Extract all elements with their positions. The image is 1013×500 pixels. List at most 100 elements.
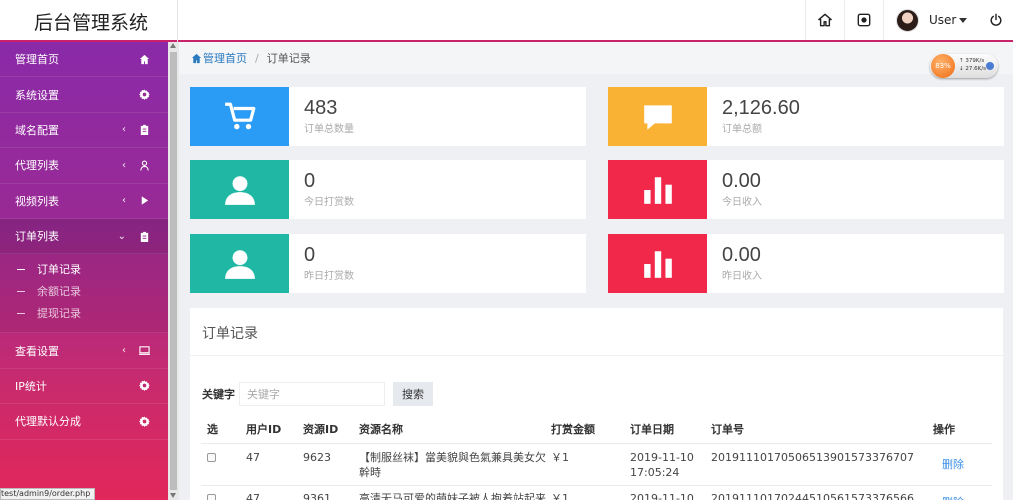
scroll-up-icon[interactable] [170, 43, 176, 48]
cell-amount: ￥1 [551, 492, 569, 500]
settings-icon[interactable] [844, 0, 882, 40]
breadcrumb-home-label: 管理首页 [203, 52, 247, 65]
stat-value: 2,126.60 [722, 97, 800, 119]
delete-link[interactable]: 删除 [942, 494, 964, 500]
panel-title: 订单记录 [202, 326, 258, 342]
stat-label: 昨日打赏数 [304, 271, 354, 282]
power-icon[interactable] [977, 0, 1013, 40]
speed-up-row: ↑ 379K/s [959, 58, 985, 64]
stat-label: 今日收入 [722, 197, 762, 208]
speed-down: 27.6K/s [965, 66, 986, 72]
sidebar-item-label: 管理首页 [15, 53, 59, 67]
scrollbar-thumb[interactable] [170, 52, 177, 490]
sidebar-item-video-list[interactable]: 视频列表 ‹ [0, 184, 168, 219]
home-icon [138, 53, 150, 65]
sidebar-subitem-withdraw-records[interactable]: 提现记录 [0, 302, 168, 324]
sidebar-item-agent-list[interactable]: 代理列表 ‹ [0, 148, 168, 184]
gear-icon [138, 380, 150, 392]
stat-card-yesterday-tips: 0 昨日打赏数 [190, 234, 586, 293]
user-icon [190, 160, 289, 219]
row-checkbox[interactable] [207, 494, 216, 500]
delete-link[interactable]: 删除 [942, 456, 964, 472]
sidebar-item-ip-stats[interactable]: IP统计 [0, 369, 168, 405]
column-header-resource-id: 资源ID [303, 423, 339, 436]
orders-panel: 订单记录 关键字 搜索 选 用户ID 资源ID 资源名称 打赏金额 订单日期 订… [190, 308, 1003, 500]
sidebar-subitem-balance-records[interactable]: 余额记录 [0, 280, 168, 302]
cell-date: 2019-11-10 [630, 451, 694, 464]
speed-up: 379K/s [965, 58, 985, 64]
scroll-down-icon[interactable] [170, 493, 176, 498]
dash-icon [17, 290, 25, 292]
stat-label: 订单总额 [722, 124, 762, 135]
cell-resource-name-line1: 高清无马可爱的萌妹子被人抱着站起来 [359, 492, 546, 500]
sidebar-item-agent-default-share[interactable]: 代理默认分成 [0, 404, 168, 440]
cart-icon [190, 87, 289, 146]
cell-time: 17:05:24 [630, 466, 680, 479]
column-header-order-date: 订单日期 [630, 423, 674, 436]
sidebar-scrollbar[interactable] [168, 42, 179, 500]
search-button[interactable]: 搜索 [393, 382, 433, 406]
search-input[interactable] [239, 382, 385, 406]
breadcrumb-separator: / [255, 51, 259, 65]
row-checkbox[interactable] [207, 453, 216, 462]
sidebar-item-view-settings[interactable]: 查看设置 ‹ [0, 333, 168, 369]
user-menu[interactable]: User [883, 0, 977, 40]
sidebar-subitem-order-records[interactable]: 订单记录 [0, 258, 168, 280]
chevron-left-icon: ‹ [122, 345, 126, 357]
search-bar: 关键字 搜索 [202, 382, 433, 406]
stat-card-today-tips: 0 今日打赏数 [190, 160, 586, 219]
brand-title: 后台管理系统 [0, 0, 178, 42]
cell-amount: ￥1 [551, 451, 569, 464]
monitor-icon [138, 345, 150, 357]
cell-user-id: 47 [246, 492, 260, 500]
sidebar-item-label: 域名配置 [15, 123, 59, 137]
speed-widget-icon [986, 62, 994, 70]
sidebar-item-dashboard[interactable]: 管理首页 [0, 42, 168, 78]
home-icon[interactable] [805, 0, 843, 40]
column-header-amount: 打赏金额 [551, 423, 595, 436]
cell-order-no: 20191110170244510561573376566 [711, 492, 914, 500]
status-bar-url: test/admin9/order.php [0, 488, 96, 500]
sidebar-item-label: 视频列表 [15, 194, 59, 208]
stat-value: 0 [304, 244, 316, 266]
stat-label: 订单总数量 [304, 124, 354, 135]
divider [190, 355, 1003, 356]
stat-value: 483 [304, 97, 338, 119]
cell-order-no: 20191110170506513901573376707 [711, 451, 914, 464]
column-header-select: 选 [207, 423, 218, 436]
sidebar-item-domain-config[interactable]: 域名配置 ‹ [0, 113, 168, 149]
clipboard-icon [138, 230, 150, 242]
gear-icon [138, 415, 150, 427]
speed-percent: 83% [931, 54, 955, 78]
sidebar-item-label: 代理列表 [15, 159, 59, 173]
sidebar-subitem-label: 余额记录 [37, 285, 81, 299]
user-icon [190, 234, 289, 293]
sidebar-item-label: 订单列表 [15, 230, 59, 244]
dash-icon [17, 268, 25, 270]
sidebar-submenu-orders: 订单记录 余额记录 提现记录 [0, 254, 168, 334]
stat-value: 0.00 [722, 170, 761, 192]
sidebar-subitem-label: 订单记录 [37, 263, 81, 277]
breadcrumb-home-link[interactable]: 管理首页 [191, 50, 247, 66]
cell-date: 2019-11-10 [630, 492, 694, 500]
sidebar-item-label: 代理默认分成 [15, 415, 81, 429]
network-speed-widget[interactable]: 83% ↑ 379K/s ↓ 27.6K/s [930, 54, 998, 78]
sidebar-subitem-label: 提现记录 [37, 307, 81, 321]
chevron-down-icon: ⌄ [117, 230, 126, 242]
column-header-user-id: 用户ID [246, 423, 282, 436]
cell-resource-id: 9623 [303, 451, 331, 464]
bar-chart-icon [608, 234, 707, 293]
sidebar-item-label: IP统计 [15, 379, 47, 393]
stat-card-order-count: 483 订单总数量 [190, 87, 586, 146]
cell-resource-id: 9361 [303, 492, 331, 500]
play-icon [138, 195, 150, 207]
chevron-left-icon: ‹ [122, 159, 126, 171]
cell-resource-name-line1: 【制服丝袜】當美貌與色氣兼具美女欠 [359, 451, 546, 464]
table-header-divider [201, 443, 992, 444]
avatar [896, 8, 919, 32]
column-header-order-no: 订单号 [711, 423, 744, 436]
top-bar: 后台管理系统 User [0, 0, 1013, 42]
sidebar-item-order-list[interactable]: 订单列表 ⌄ [0, 218, 168, 255]
sidebar-item-system-settings[interactable]: 系统设置 [0, 77, 168, 113]
column-header-action: 操作 [933, 423, 955, 436]
